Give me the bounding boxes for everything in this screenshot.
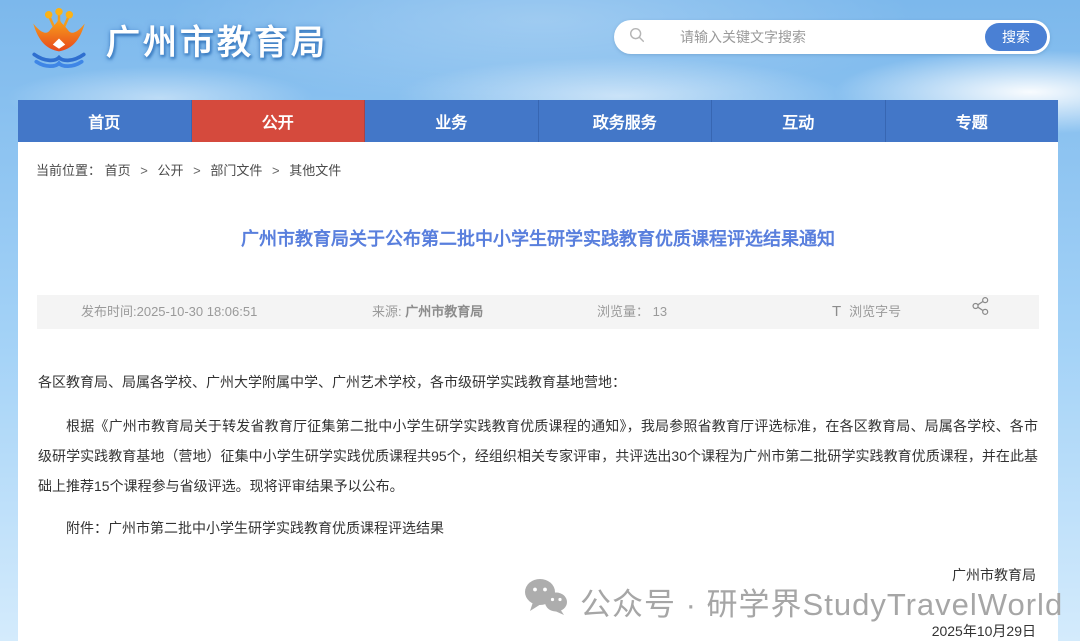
education-bureau-logo-icon: [26, 6, 92, 72]
attachment-link[interactable]: 附件：广州市第二批中小学生研学实践教育优质课程评选结果: [38, 513, 1038, 543]
salutation-paragraph: 各区教育局、局属各学校、广州大学附属中学、广州艺术学校，各市级研学实践教育基地营…: [38, 367, 1038, 397]
body-paragraph: 根据《广州市教育局关于转发省教育厅征集第二批中小学生研学实践教育优质课程的通知》…: [38, 411, 1038, 501]
search-button[interactable]: 搜索: [985, 23, 1047, 51]
source-label: 来源:: [372, 304, 405, 319]
nav-item-business[interactable]: 业务: [365, 100, 539, 142]
breadcrumb-separator: >: [140, 163, 148, 178]
source-value: 广州市教育局: [405, 304, 483, 319]
view-count-value: 13: [653, 304, 667, 319]
site-title: 广州市教育局: [106, 15, 328, 64]
breadcrumb-separator: >: [272, 163, 280, 178]
search-input[interactable]: [646, 28, 985, 46]
search-icon: [628, 26, 646, 49]
article-title: 广州市教育局关于公布第二批中小学生研学实践教育优质课程评选结果通知: [18, 225, 1058, 251]
view-count: 浏览量： 13: [597, 295, 667, 329]
breadcrumb: 当前位置： 首页 > 公开 > 部门文件 > 其他文件: [18, 142, 1058, 179]
article-meta-bar: 发布时间:2025-10-30 18:06:51 来源: 广州市教育局 浏览量：…: [37, 295, 1039, 329]
share-button[interactable]: [971, 295, 991, 329]
publish-time: 发布时间:2025-10-30 18:06:51: [81, 295, 257, 329]
article-body: 各区教育局、局属各学校、广州大学附属中学、广州艺术学校，各市级研学实践教育基地营…: [18, 367, 1058, 543]
document-date: 2025年10月29日: [18, 621, 1058, 641]
main-nav: 首页 公开 业务 政务服务 互动 专题: [18, 100, 1058, 142]
breadcrumb-item-public[interactable]: 公开: [158, 163, 184, 178]
breadcrumb-item-other-files[interactable]: 其他文件: [289, 163, 341, 178]
site-header: 广州市教育局 搜索: [18, 0, 1058, 100]
nav-item-public[interactable]: 公开: [192, 100, 366, 142]
source: 来源: 广州市教育局: [372, 295, 483, 329]
breadcrumb-label: 当前位置：: [36, 163, 101, 178]
font-size-label: 浏览字号: [849, 304, 901, 319]
font-size-icon: T: [832, 303, 841, 320]
signature: 广州市教育局: [18, 565, 1058, 585]
page: 广州市教育局 搜索 首页 公开 业务 政务服务 互动 专题 当前位置： 首页 >…: [0, 0, 1080, 641]
breadcrumb-separator: >: [193, 163, 201, 178]
nav-item-topics[interactable]: 专题: [886, 100, 1059, 142]
nav-item-home[interactable]: 首页: [18, 100, 192, 142]
breadcrumb-item-home[interactable]: 首页: [105, 163, 131, 178]
font-size-control[interactable]: T 浏览字号: [832, 295, 901, 329]
search-bar: 搜索: [614, 20, 1050, 54]
nav-item-interaction[interactable]: 互动: [712, 100, 886, 142]
site-logo-link[interactable]: 广州市教育局: [26, 6, 328, 72]
nav-item-gov-services[interactable]: 政务服务: [539, 100, 713, 142]
content-panel: 当前位置： 首页 > 公开 > 部门文件 > 其他文件 广州市教育局关于公布第二…: [18, 142, 1058, 641]
view-count-label: 浏览量：: [597, 304, 653, 319]
share-nodes-icon: [971, 304, 991, 319]
breadcrumb-item-dept-files[interactable]: 部门文件: [210, 163, 262, 178]
